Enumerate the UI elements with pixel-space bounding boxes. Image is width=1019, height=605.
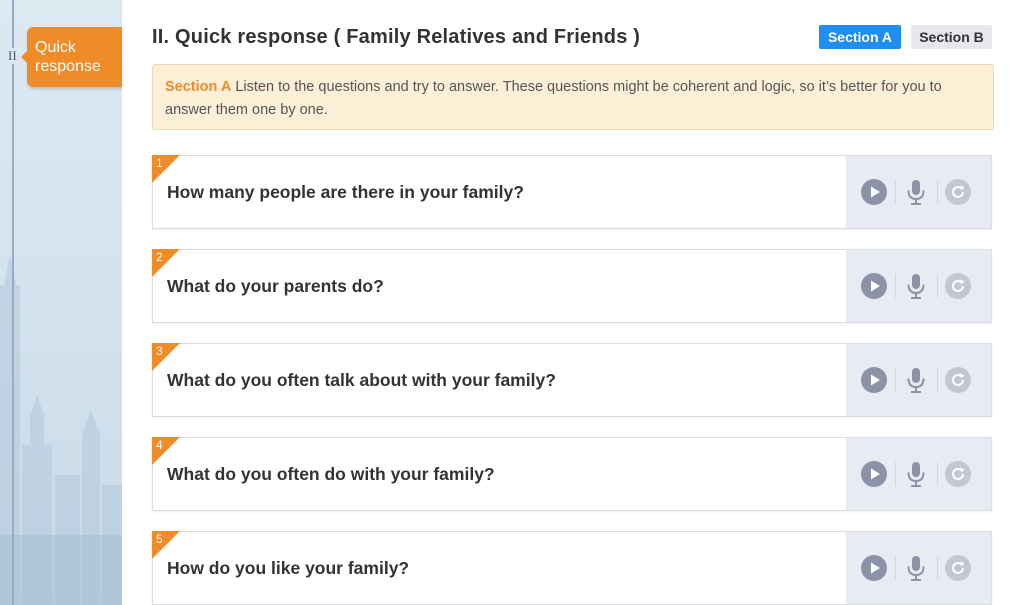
microphone-icon[interactable]: [903, 367, 929, 393]
microphone-icon[interactable]: [903, 461, 929, 487]
microphone-icon[interactable]: [903, 273, 929, 299]
question-number: 1: [156, 156, 163, 170]
question-controls: [846, 156, 991, 228]
divider: [895, 274, 896, 298]
question-card: 4 What do you often do with your family?: [152, 437, 992, 511]
timeline-line: [12, 0, 14, 605]
refresh-icon[interactable]: [945, 273, 971, 299]
section-roman-numeral: II: [7, 48, 18, 64]
question-controls: [846, 344, 991, 416]
refresh-icon[interactable]: [945, 461, 971, 487]
divider: [895, 368, 896, 392]
play-icon[interactable]: [861, 461, 887, 487]
refresh-icon[interactable]: [945, 367, 971, 393]
divider: [895, 462, 896, 486]
sidebar: [0, 0, 122, 605]
divider: [937, 180, 938, 204]
instruction-box: Section A Listen to the questions and tr…: [152, 64, 994, 130]
nav-tab-quick-response[interactable]: Quick response: [21, 27, 122, 87]
section-b-button[interactable]: Section B: [911, 25, 992, 49]
instruction-label: Section A: [165, 79, 232, 95]
question-text: What do you often do with your family?: [167, 464, 495, 484]
question-text: What do you often talk about with your f…: [167, 370, 556, 390]
question-number: 3: [156, 344, 163, 358]
question-card: 1 How many people are there in your famil…: [152, 155, 992, 229]
play-icon[interactable]: [861, 555, 887, 581]
play-icon[interactable]: [861, 179, 887, 205]
city-skyline-background: [0, 255, 122, 605]
divider: [937, 368, 938, 392]
divider: [895, 180, 896, 204]
divider: [937, 556, 938, 580]
microphone-icon[interactable]: [903, 179, 929, 205]
refresh-icon[interactable]: [945, 179, 971, 205]
microphone-icon[interactable]: [903, 555, 929, 581]
question-number: 5: [156, 532, 163, 546]
question-card: 2 What do your parents do?: [152, 249, 992, 323]
question-controls: [846, 438, 991, 510]
question-number: 2: [156, 250, 163, 264]
play-icon[interactable]: [861, 273, 887, 299]
divider: [895, 556, 896, 580]
divider: [937, 462, 938, 486]
question-text: What do your parents do?: [167, 276, 384, 296]
play-icon[interactable]: [861, 367, 887, 393]
question-text: How do you like your family?: [167, 558, 410, 578]
page-title: II. Quick response ( Family Relatives an…: [152, 26, 641, 48]
section-a-button[interactable]: Section A: [819, 25, 901, 49]
question-number: 4: [156, 438, 163, 452]
question-controls: [846, 532, 991, 604]
refresh-icon[interactable]: [945, 555, 971, 581]
question-card: 3 What do you often talk about with your …: [152, 343, 992, 417]
instruction-text: Listen to the questions and try to answe…: [165, 79, 942, 118]
question-text: How many people are there in your family…: [167, 182, 524, 202]
question-controls: [846, 250, 991, 322]
question-card: 5 How do you like your family?: [152, 531, 992, 605]
main-content: II. Quick response ( Family Relatives an…: [122, 0, 1019, 605]
divider: [937, 274, 938, 298]
